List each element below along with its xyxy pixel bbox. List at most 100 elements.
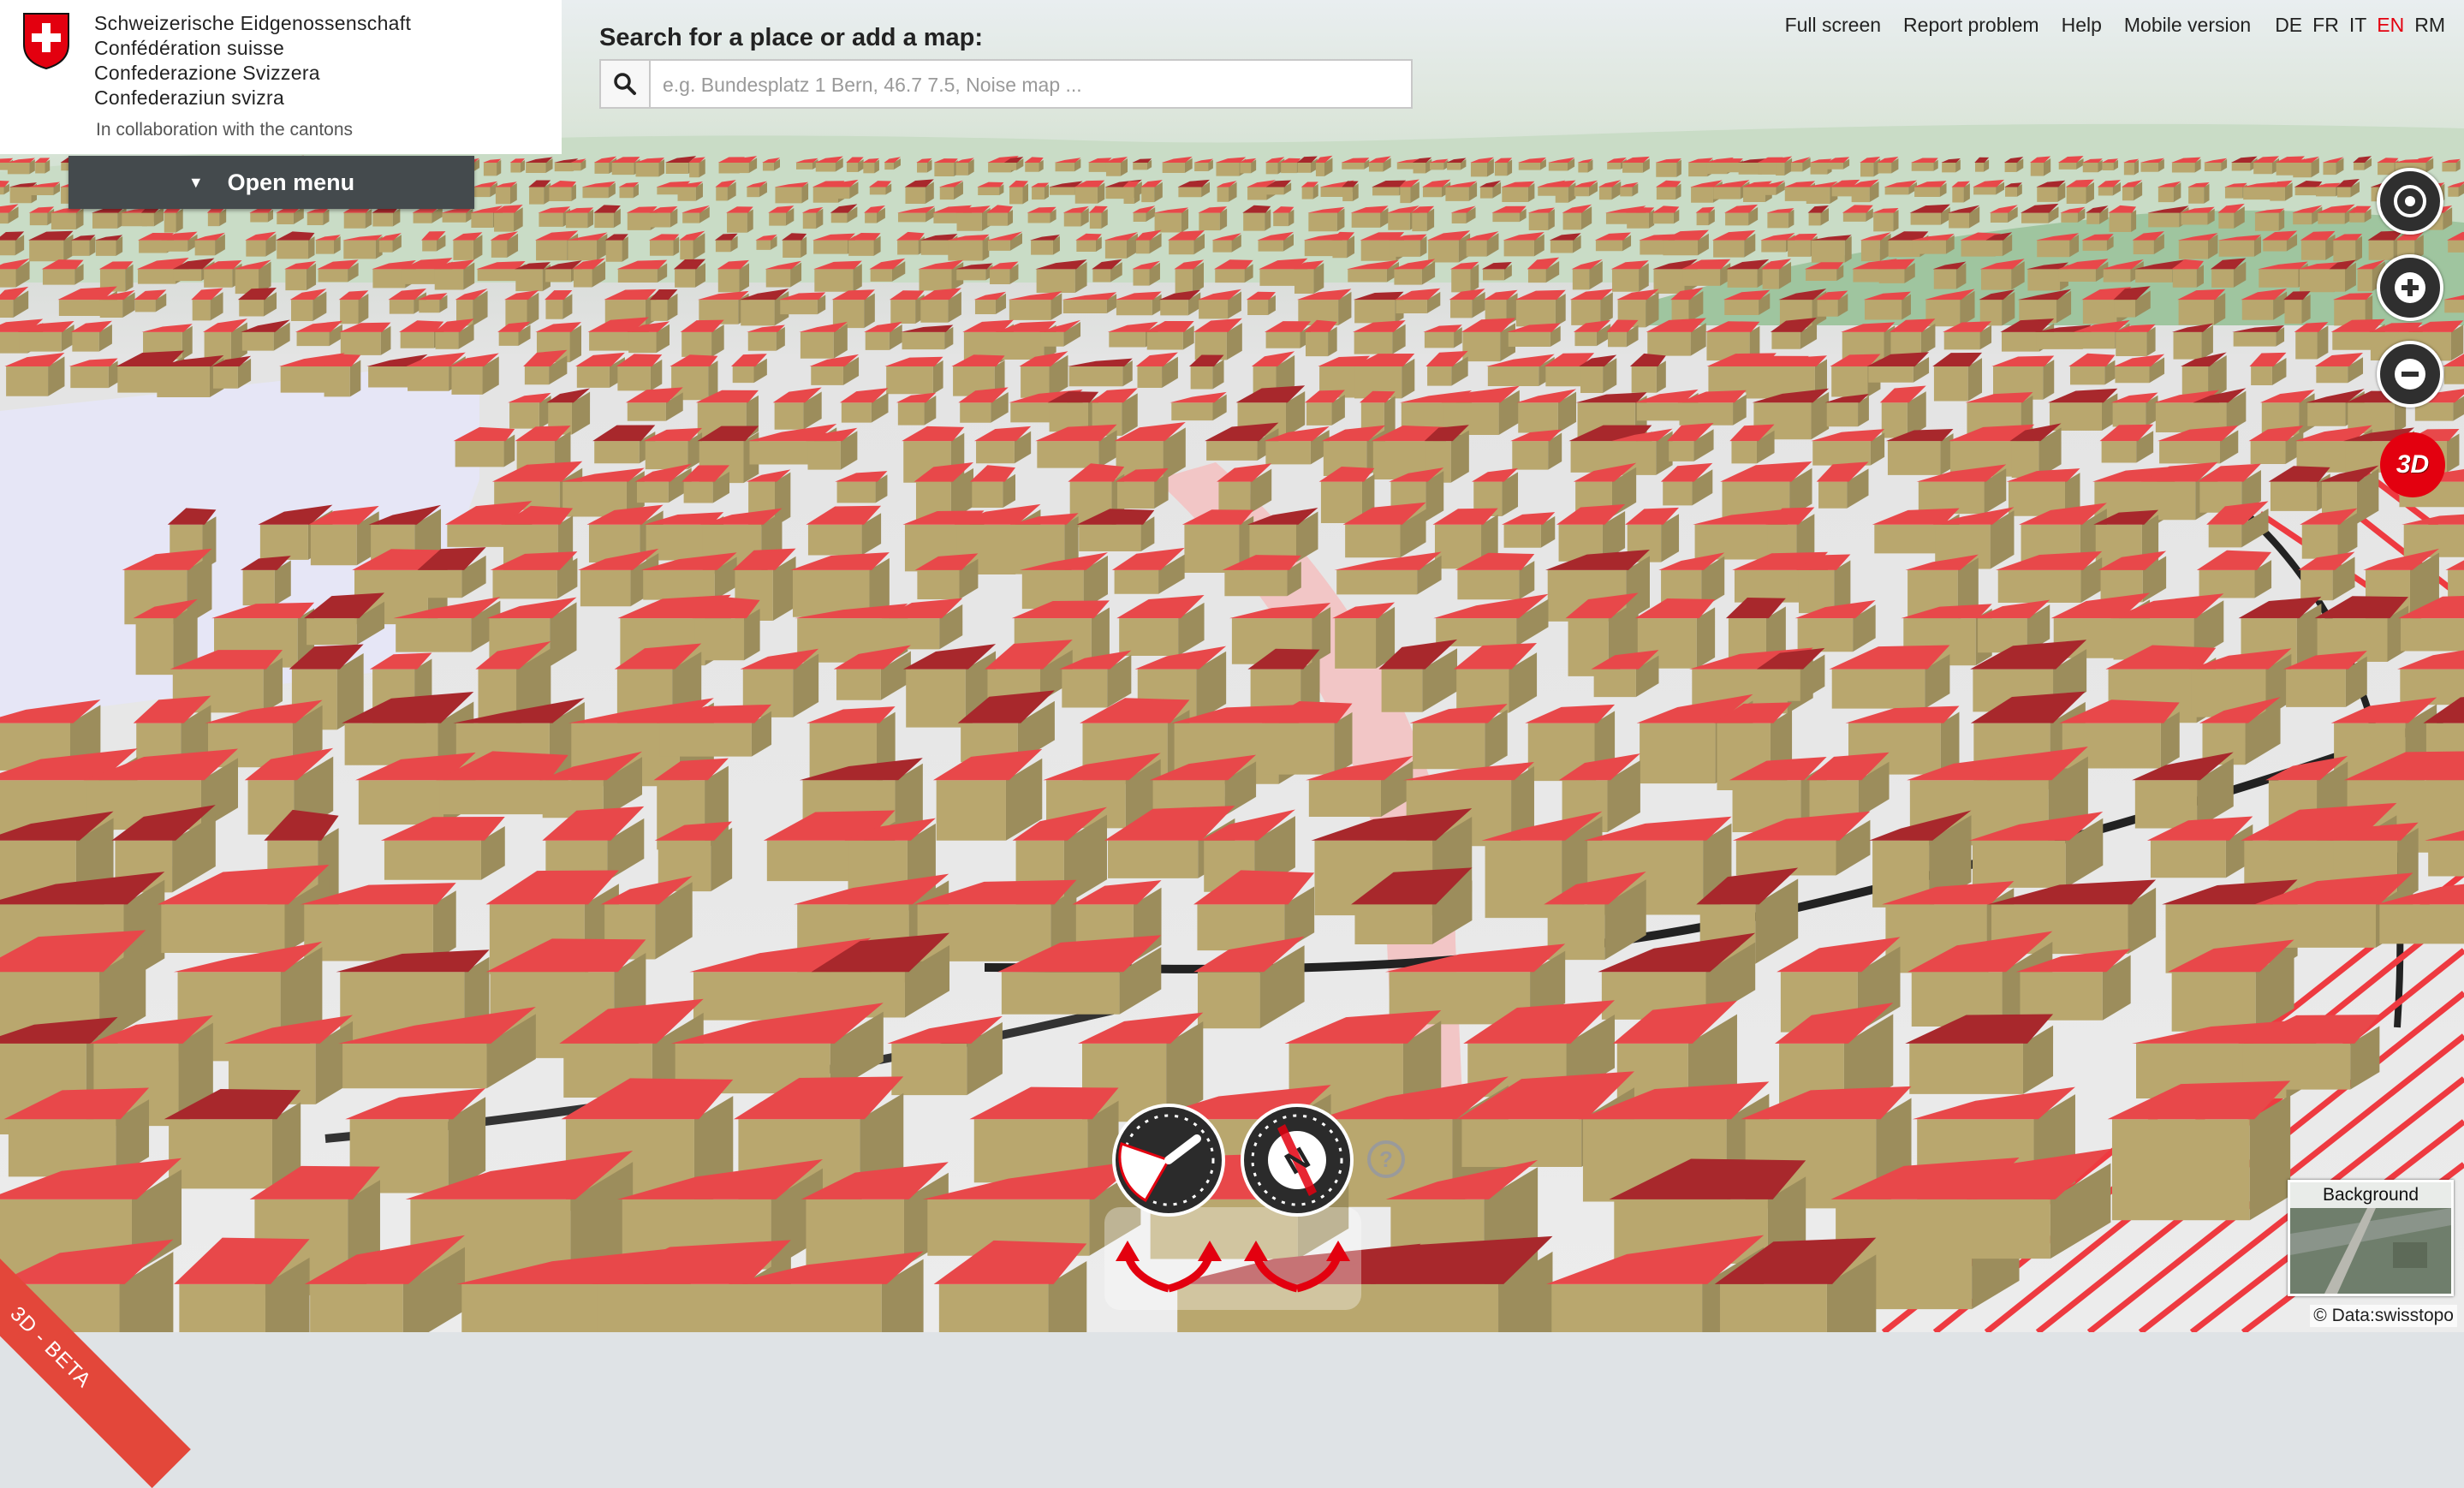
building [2397, 650, 2464, 705]
building [970, 465, 1016, 509]
building [1667, 422, 1714, 461]
building [680, 319, 724, 357]
building [2248, 426, 2304, 465]
building [772, 387, 822, 430]
building [2294, 322, 2329, 360]
background-selector[interactable]: Background [2288, 1180, 2454, 1296]
building [1660, 462, 1713, 506]
mobile-version-link[interactable]: Mobile version [2124, 14, 2251, 37]
open-menu-label: Open menu [227, 169, 355, 195]
compass-control[interactable]: N [1233, 1096, 1361, 1224]
help-link[interactable]: Help [2062, 14, 2102, 37]
top-links: Full screen Report problem Help Mobile v… [1763, 14, 2445, 37]
language-it[interactable]: IT [2349, 14, 2366, 37]
building [380, 817, 505, 880]
language-de[interactable]: DE [2275, 14, 2302, 37]
federation-name-fr: Confédération suisse [94, 37, 285, 59]
search-button[interactable] [601, 61, 651, 107]
building [1193, 318, 1242, 360]
building [1932, 352, 1983, 402]
building [497, 321, 531, 346]
zoom-in-button[interactable] [2377, 254, 2443, 321]
building [1824, 393, 1869, 427]
building [670, 354, 718, 401]
building [1197, 289, 1241, 319]
building [973, 426, 1032, 464]
building [625, 387, 683, 421]
building [2232, 324, 2285, 347]
building [2110, 392, 2158, 427]
building [7, 158, 35, 175]
building [2300, 508, 2358, 559]
report-problem-link[interactable]: Report problem [1903, 14, 2039, 37]
building [1729, 424, 1775, 464]
building [70, 320, 112, 352]
building [649, 289, 678, 321]
building [68, 358, 118, 389]
tilt-control[interactable] [1104, 1096, 1233, 1224]
federation-name-rm: Confederaziun svizra [94, 86, 285, 109]
building [1265, 321, 1312, 348]
building [1423, 324, 1462, 348]
building [4, 352, 65, 396]
building [1502, 512, 1556, 548]
building [2249, 352, 2287, 386]
language-fr[interactable]: FR [2312, 14, 2339, 37]
building [508, 392, 551, 429]
building [1461, 318, 1516, 362]
data-attribution[interactable]: © Data:swisstopo [2310, 1305, 2457, 1327]
language-en[interactable]: EN [2377, 14, 2404, 37]
building [2298, 551, 2355, 601]
building [545, 289, 573, 319]
building [835, 471, 888, 503]
building [289, 289, 327, 322]
search-icon [614, 73, 636, 95]
search-input[interactable] [661, 61, 1401, 109]
building [1296, 289, 1352, 326]
building [1816, 461, 1869, 509]
building [887, 1015, 1003, 1096]
building [523, 349, 568, 385]
building [985, 640, 1073, 702]
building [2099, 424, 2154, 463]
building [2314, 353, 2364, 384]
confederation-logo-panel: Schweizerische Eidgenossenschaft Confédé… [0, 0, 562, 154]
building [1829, 645, 1950, 709]
building [490, 551, 578, 599]
building [1409, 704, 1508, 770]
background-selector-label: Background [2290, 1182, 2451, 1208]
building [241, 319, 290, 351]
building [2068, 353, 2116, 385]
full-screen-link[interactable]: Full screen [1785, 14, 1881, 37]
navigation-widgets: N ? [1104, 1096, 1405, 1310]
building [1453, 643, 1538, 713]
svg-text:?: ? [1379, 1146, 1393, 1172]
building [1111, 547, 1185, 594]
toggle-3d-button[interactable]: 3D [2380, 432, 2445, 497]
open-menu-button[interactable]: ▼ Open menu [68, 156, 474, 209]
building [2196, 550, 2272, 598]
language-rm[interactable]: RM [2414, 14, 2445, 37]
building [1433, 593, 1549, 646]
compass-rotate-arrows-icon[interactable] [1237, 1229, 1357, 1297]
zoom-out-button[interactable] [2377, 341, 2443, 408]
building [1246, 291, 1276, 315]
building [2171, 323, 2213, 360]
building [1115, 291, 1162, 316]
building [1872, 207, 1899, 232]
geolocation-button[interactable] [2377, 168, 2443, 235]
building [575, 352, 625, 388]
building [2113, 354, 2165, 384]
tilt-rotate-arrows-icon[interactable] [1109, 1229, 1229, 1297]
building [809, 354, 860, 385]
building [932, 748, 1043, 841]
building [174, 1237, 310, 1332]
search-label: Search for a place or add a map: [599, 24, 984, 51]
help-icon[interactable]: ? [1366, 1139, 1407, 1180]
building [1135, 352, 1178, 388]
building [806, 505, 882, 556]
building [2107, 1080, 2291, 1221]
building [1304, 319, 1337, 357]
building [1305, 390, 1345, 426]
building [747, 324, 785, 351]
